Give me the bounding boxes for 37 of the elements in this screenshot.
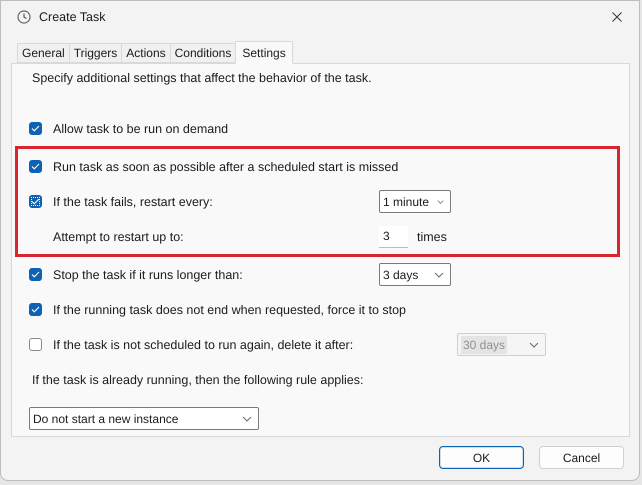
chevron-down-icon <box>529 342 539 348</box>
option-label: If the running task does not end when requested, force it to stop <box>53 302 406 316</box>
dialog-button[interactable]: Cancel <box>539 446 624 469</box>
dropdown[interactable]: 3 days <box>379 263 451 286</box>
tab[interactable]: General <box>17 43 69 63</box>
option-label: Allow task to be run on demand <box>53 122 230 136</box>
tab[interactable]: Conditions <box>170 43 236 63</box>
option-label: If the task fails, restart every: <box>53 194 214 208</box>
tab[interactable]: Settings <box>235 41 293 64</box>
dropdown[interactable]: Do not start a new instance <box>29 407 259 430</box>
dialog-button[interactable]: OK <box>439 446 524 469</box>
unit-label: times <box>417 230 447 244</box>
option-label: If the task is not scheduled to run again, delete it after: <box>53 338 354 352</box>
close-icon <box>612 12 622 22</box>
tab[interactable]: Triggers <box>68 43 122 63</box>
checkbox[interactable] <box>29 268 42 281</box>
check-icon <box>31 271 40 278</box>
check-icon <box>31 163 40 170</box>
checkbox[interactable] <box>29 338 42 351</box>
dropdown[interactable]: 1 minute <box>379 190 451 213</box>
option-label: Run task as soon as possible after a scheduled start is missed <box>53 160 398 174</box>
chevron-down-icon <box>437 198 444 204</box>
check-icon <box>31 125 40 132</box>
clock-icon <box>17 10 31 24</box>
checkbox[interactable] <box>29 122 42 135</box>
checkbox[interactable] <box>29 303 42 316</box>
window-title: Create Task <box>39 10 106 24</box>
rule-label: If the task is already running, then the following rule applies: <box>32 372 364 389</box>
chevron-down-icon <box>242 416 252 422</box>
check-icon <box>31 306 40 313</box>
description-text: Specify additional settings that affect the behavior of the task. <box>32 70 373 87</box>
checkbox[interactable] <box>29 160 42 173</box>
option-label: Stop the task if it runs longer than: <box>53 268 244 282</box>
option-label: Attempt to restart up to: <box>53 230 185 244</box>
chevron-down-icon <box>434 272 444 278</box>
number-field[interactable]: 3 <box>379 226 408 248</box>
tab[interactable]: Actions <box>121 43 170 63</box>
